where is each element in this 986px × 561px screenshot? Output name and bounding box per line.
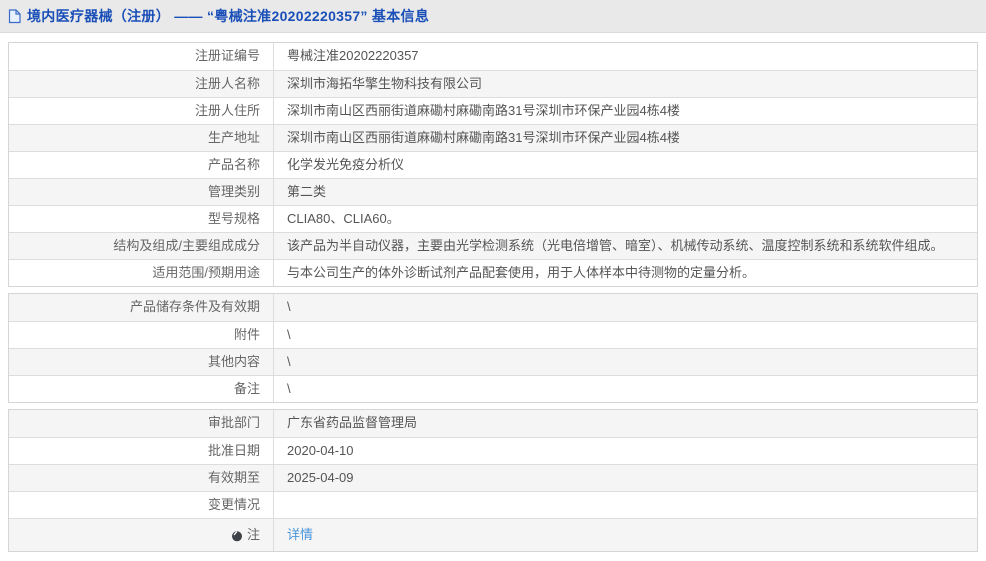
table-row: 产品名称 化学发光免疫分析仪 [9,151,977,178]
table-row-note: 注 详情 [9,518,977,551]
table-row: 适用范围/预期用途 与本公司生产的体外诊断试剂产品配套使用，用于人体样本中待测物… [9,259,977,286]
row-label: 生产地址 [9,125,274,151]
row-value: \ [287,353,291,369]
row-label: 产品名称 [9,152,274,178]
row-value: \ [287,326,291,342]
page-header: 境内医疗器械（注册） —— “粤械注准20202220357” 基本信息 [0,0,986,33]
row-value: \ [287,299,291,315]
table-row: 有效期至 2025-04-09 [9,464,977,491]
row-value: 与本公司生产的体外诊断试剂产品配套使用，用于人体样本中待测物的定量分析。 [287,264,756,280]
table-section-storage: 产品储存条件及有效期 \ 附件 \ 其他内容 \ 备注 \ [8,293,978,403]
table-section-basic: 注册证编号 粤械注准20202220357 注册人名称 深圳市海拓华擎生物科技有… [8,42,978,287]
row-label: 其他内容 [9,349,274,375]
table-row: 注册人名称 深圳市海拓华擎生物科技有限公司 [9,70,977,97]
row-label: 型号规格 [9,206,274,232]
row-label: 备注 [9,376,274,402]
row-value [274,492,977,518]
table-row: 生产地址 深圳市南山区西丽街道麻磡村麻磡南路31号深圳市环保产业园4栋4楼 [9,124,977,151]
row-label: 注册证编号 [9,43,274,70]
row-value: 2025-04-09 [287,469,354,485]
table-row: 注册证编号 粤械注准20202220357 [9,43,977,70]
row-label: 审批部门 [9,410,274,437]
table-row: 其他内容 \ [9,348,977,375]
table-row: 结构及组成/主要组成成分 该产品为半自动仪器，主要由光学检测系统（光电倍增管、暗… [9,232,977,259]
row-label: 有效期至 [9,465,274,491]
row-value: 深圳市南山区西丽街道麻磡村麻磡南路31号深圳市环保产业园4栋4楼 [287,102,680,118]
table-row: 产品储存条件及有效期 \ [9,294,977,321]
table-row: 型号规格 CLIA80、CLIA60。 [9,205,977,232]
row-value: 详情 [274,519,977,551]
table-row: 变更情况 [9,491,977,518]
table-row: 批准日期 2020-04-10 [9,437,977,464]
row-value: 广东省药品监督管理局 [287,415,418,431]
row-value: 2020-04-10 [287,442,354,458]
note-icon [231,530,243,542]
row-value: 该产品为半自动仪器，主要由光学检测系统（光电倍增管、暗室）、机械传动系统、温度控… [287,237,944,253]
row-label: 变更情况 [9,492,274,518]
row-value: 深圳市海拓华擎生物科技有限公司 [287,75,483,91]
row-label: 管理类别 [9,179,274,205]
table-row: 注册人住所 深圳市南山区西丽街道麻磡村麻磡南路31号深圳市环保产业园4栋4楼 [9,97,977,124]
row-label: 注册人名称 [9,71,274,97]
table-row: 审批部门 广东省药品监督管理局 [9,410,977,437]
table-section-approval: 审批部门 广东省药品监督管理局 批准日期 2020-04-10 有效期至 202… [8,409,978,552]
row-value: 深圳市南山区西丽街道麻磡村麻磡南路31号深圳市环保产业园4栋4楼 [287,129,680,145]
table-row: 备注 \ [9,375,977,402]
row-label: 结构及组成/主要组成成分 [9,233,274,259]
row-value: 化学发光免疫分析仪 [287,156,405,172]
row-value: CLIA80、CLIA60。 [287,210,400,226]
row-label: 批准日期 [9,438,274,464]
table-row: 管理类别 第二类 [9,178,977,205]
details-link[interactable]: 详情 [287,527,313,544]
row-value: \ [287,380,291,396]
row-value: 第二类 [287,183,327,199]
info-tables: 注册证编号 粤械注准20202220357 注册人名称 深圳市海拓华擎生物科技有… [8,42,978,552]
document-icon [8,8,21,24]
row-label: 适用范围/预期用途 [9,260,274,286]
row-label: 附件 [9,322,274,348]
row-label: 产品储存条件及有效期 [9,294,274,321]
row-label-text: 注 [246,526,260,542]
row-value: 粤械注准20202220357 [287,48,419,64]
table-row: 附件 \ [9,321,977,348]
page-title: 境内医疗器械（注册） —— “粤械注准20202220357” 基本信息 [27,8,430,24]
row-label: 注册人住所 [9,98,274,124]
row-label: 注 [9,519,274,551]
